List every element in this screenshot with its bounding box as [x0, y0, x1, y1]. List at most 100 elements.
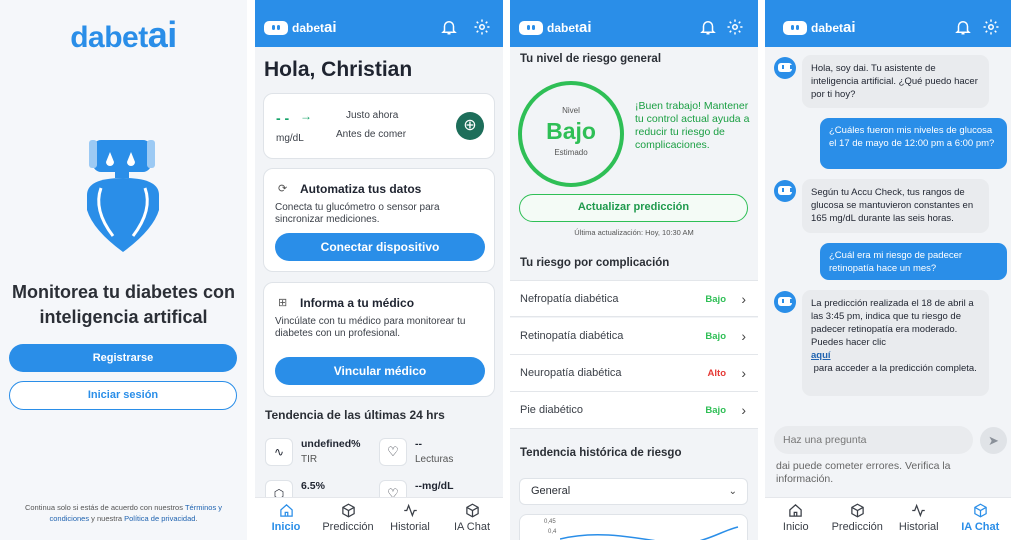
welcome-title: Monitorea tu diabetes con inteligencia a…: [11, 282, 236, 327]
chevron-right-icon: ›: [741, 365, 746, 381]
history-title: Tendencia histórica de riesgo: [520, 447, 682, 459]
stat-readings: ♡ -- Lecturas: [379, 436, 489, 470]
cube-icon: [851, 503, 864, 518]
cube-icon: [341, 503, 355, 518]
complications-title: Tu riesgo por complicación: [520, 257, 670, 269]
gear-icon[interactable]: [473, 18, 491, 36]
tab-prediccion[interactable]: Predicción: [317, 498, 379, 540]
chat-cube-icon: [974, 503, 987, 518]
robot-mascot-icon: [87, 140, 159, 252]
robot-logo-icon: [783, 21, 807, 35]
glucose-value: - -: [276, 110, 290, 126]
complication-row[interactable]: Pie diabético Bajo ›: [510, 392, 758, 429]
register-button[interactable]: Registrarse: [9, 344, 237, 372]
prediction-link[interactable]: aquí: [811, 350, 831, 361]
app-header: dabetai: [510, 0, 758, 47]
tab-inicio[interactable]: Inicio: [255, 498, 317, 540]
home-screen: dabetai Hola, Christian - - → mg/dL Just…: [255, 0, 503, 540]
robot-logo-icon: [264, 21, 288, 35]
chat-input[interactable]: Haz una pregunta: [774, 426, 973, 454]
assistant-avatar: [774, 291, 796, 313]
glucose-time: Justo ahora: [346, 110, 399, 121]
doctor-card: ⊞ Informa a tu médico Vincúlate con tu m…: [263, 282, 495, 397]
glucose-context: Antes de comer: [336, 129, 407, 140]
assistant-message: La predicción realizada el 18 de abril a…: [802, 290, 989, 396]
bell-icon[interactable]: [440, 18, 458, 36]
risk-level-circle: Nivel Bajo Estimado: [518, 81, 624, 187]
pulse-icon: ∿: [265, 438, 293, 466]
link-doctor-button[interactable]: Vincular médico: [275, 357, 485, 385]
sync-icon: ⟳: [278, 183, 288, 195]
login-button[interactable]: Iniciar sesión: [9, 381, 237, 410]
send-icon[interactable]: ➤: [980, 427, 1007, 454]
assistant-message: Según tu Accu Check, tus rangos de gluco…: [802, 179, 989, 233]
chevron-right-icon: ›: [741, 328, 746, 344]
add-reading-button[interactable]: ⊕: [456, 112, 484, 140]
prediction-screen: dabetai Tu nivel de riesgo general Nivel…: [510, 0, 758, 540]
trend-title: Tendencia de las últimas 24 hrs: [265, 408, 445, 422]
tab-bar: Inicio Predicción Historial IA Chat: [255, 497, 503, 540]
automate-card: ⟳ Automatiza tus datos Conecta tu glucóm…: [263, 168, 495, 272]
automate-body: Conecta tu glucómetro o sensor para sinc…: [275, 202, 440, 225]
risk-level: Bajo: [546, 118, 596, 144]
chat-cube-icon: [465, 503, 479, 518]
chat-screen: dabetai Hola, soy dai. Tu asistente de i…: [765, 0, 1011, 540]
gear-icon[interactable]: [726, 18, 744, 36]
ai-disclaimer: dai puede cometer errores. Verifica la i…: [776, 460, 951, 485]
assistant-avatar: [774, 57, 796, 79]
plus-square-icon: ⊞: [278, 297, 288, 309]
user-message: ¿Cuál era mi riesgo de padecer retinopat…: [820, 243, 1007, 280]
update-prediction-button[interactable]: Actualizar predicción: [519, 194, 748, 222]
app-brand: dabetai: [811, 19, 856, 36]
doctor-body: Vincúlate con tu médico para monitorear …: [275, 316, 466, 339]
stat-average: ♡ --mg/dL: [379, 476, 489, 508]
glucose-card[interactable]: - - → mg/dL Justo ahora Antes de comer ⊕: [263, 93, 495, 159]
tab-ia-chat[interactable]: IA Chat: [950, 498, 1011, 540]
history-chart: 0,45 0,4: [519, 514, 748, 540]
assistant-message: Hola, soy dai. Tu asistente de inteligen…: [802, 55, 989, 108]
history-line: [560, 526, 739, 540]
user-message: ¿Cuáles fueron mis niveles de glucosa el…: [820, 118, 1007, 169]
doctor-title: Informa a tu médico: [300, 296, 415, 310]
legal-notice: Continua solo si estás de acuerdo con nu…: [24, 503, 223, 523]
robot-logo-icon: [519, 21, 543, 35]
connect-device-button[interactable]: Conectar dispositivo: [275, 233, 485, 261]
pulse-icon: [403, 503, 417, 518]
tab-ia-chat[interactable]: IA Chat: [441, 498, 503, 540]
complication-row[interactable]: Retinopatía diabética Bajo ›: [510, 318, 758, 355]
risk-title: Tu nivel de riesgo general: [520, 53, 662, 65]
heart-icon: ♡: [379, 438, 407, 466]
complication-row[interactable]: Nefropatía diabética Bajo ›: [510, 280, 758, 317]
app-logo: dabetai: [70, 14, 177, 55]
app-header: dabetai: [765, 0, 1011, 47]
chevron-right-icon: ›: [741, 402, 746, 418]
complication-row[interactable]: Neuropatía diabética Alto ›: [510, 355, 758, 392]
tab-inicio[interactable]: Inicio: [765, 498, 827, 540]
stat-a1c: ⬡ 6.5%: [265, 476, 375, 508]
app-brand: dabetai: [292, 19, 337, 36]
gear-icon[interactable]: [982, 18, 1000, 36]
glucose-unit: mg/dL: [276, 133, 304, 144]
last-update: Última actualización: Hoy, 10:30 AM: [574, 228, 694, 237]
automate-title: Automatiza tus datos: [300, 182, 422, 196]
pulse-icon: [912, 503, 925, 518]
app-brand: dabetai: [547, 19, 592, 36]
home-icon: [279, 504, 293, 517]
history-filter-select[interactable]: General ⌄: [519, 478, 748, 505]
assistant-avatar: [774, 180, 796, 202]
stat-tir: ∿ undefined% TIR: [265, 436, 375, 470]
chevron-down-icon: ⌄: [728, 486, 737, 497]
bell-icon[interactable]: [954, 18, 972, 36]
app-header: dabetai: [255, 0, 503, 47]
tab-bar: Inicio Predicción Historial IA Chat: [765, 497, 1011, 540]
tab-historial[interactable]: Historial: [379, 498, 441, 540]
risk-message: ¡Buen trabajo! Mantener tu control actua…: [635, 100, 750, 151]
tab-prediccion[interactable]: Predicción: [827, 498, 889, 540]
welcome-screen: dabetai Monitorea tu diabetes con inteli…: [0, 0, 247, 540]
tab-historial[interactable]: Historial: [888, 498, 950, 540]
greeting: Hola, Christian: [264, 58, 413, 81]
home-icon: [789, 504, 802, 517]
privacy-link[interactable]: Política de privacidad: [124, 514, 195, 523]
chevron-right-icon: ›: [741, 291, 746, 307]
bell-icon[interactable]: [699, 18, 717, 36]
